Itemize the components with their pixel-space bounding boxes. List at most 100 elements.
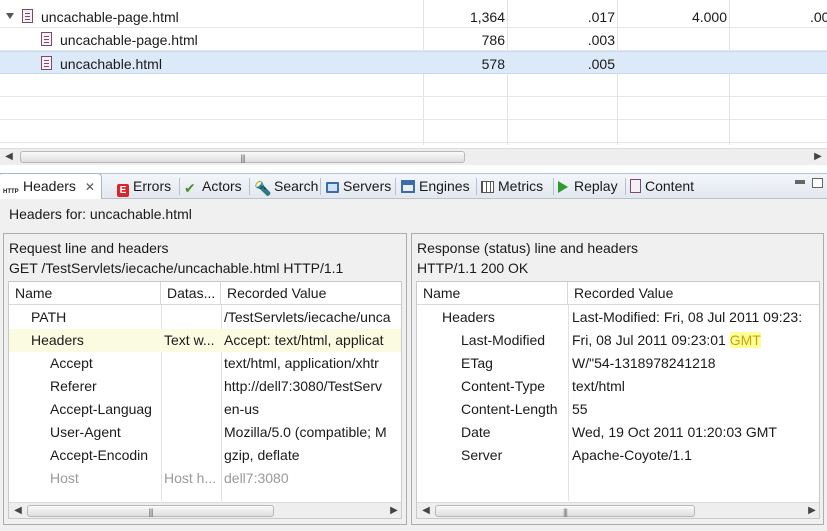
table-row-highlighted[interactable]: Headers Text w... Accept: text/html, app… (9, 329, 401, 352)
request-headers-table: Name Datas... Recorded Value PATH /TestS… (8, 281, 402, 519)
table-row[interactable]: Accept-Languag en-us (9, 398, 401, 421)
scroll-right-icon[interactable]: ▶ (805, 503, 819, 518)
view-tab-bar: HTTP Headers ✕ E Errors ✔ Actors 🔦 Search Se… (0, 173, 827, 200)
cell-value: Wed, 19 Oct 2011 01:20:03 GMT (572, 424, 777, 440)
tab-separator (179, 178, 180, 195)
table-row[interactable]: Content-Type text/html (417, 375, 819, 398)
table-row[interactable]: ETag W/"54-1318978241218 (417, 352, 819, 375)
cell-name: Host (50, 470, 79, 486)
table-row[interactable]: Content-Length 55 (417, 398, 819, 421)
minimize-icon[interactable] (795, 180, 805, 184)
column-header-name[interactable]: Name (417, 282, 568, 305)
cell-value: Mozilla/5.0 (compatible; M (224, 424, 387, 440)
headers-view: Headers for: uncachable.html Request lin… (0, 199, 827, 531)
html-page-icon (41, 32, 52, 46)
tab-content[interactable]: Content (630, 174, 694, 199)
error-icon: E (117, 184, 129, 197)
cell-name: Server (461, 447, 503, 463)
maximize-icon[interactable] (812, 178, 823, 188)
tab-servers[interactable]: Servers (326, 174, 391, 199)
cell-value: text/html (572, 378, 625, 394)
empty-row (0, 97, 827, 120)
row-name: uncachable-page.html (60, 32, 198, 48)
cell-value: dell7:3080 (224, 470, 289, 486)
cell-datasource (164, 398, 219, 421)
response-pane: Response (status) line and headers HTTP/… (411, 233, 824, 525)
scrollbar-thumb[interactable]: ||| (20, 151, 465, 163)
html-page-icon (22, 9, 33, 23)
engine-icon (401, 180, 415, 193)
scroll-left-icon[interactable]: ◀ (419, 503, 433, 518)
cell-value: /TestServlets/iecache/unca (224, 309, 391, 325)
column-header-datasource[interactable]: Datas... (161, 282, 221, 305)
horizontal-scrollbar[interactable]: ◀ ||| ▶ (0, 148, 827, 165)
scroll-right-icon[interactable]: ▶ (387, 503, 401, 518)
tree-row[interactable]: uncachable-page.html 1,364 .017 4.000 .0… (0, 5, 827, 28)
row-time: .003 (587, 32, 615, 48)
tab-label: Replay (574, 178, 618, 194)
cell-name: Referer (50, 378, 97, 394)
cell-datasource (164, 352, 219, 375)
cell-name: Content-Length (461, 401, 558, 417)
tab-headers[interactable]: HTTP Headers ✕ (0, 173, 102, 200)
column-header-recorded-value[interactable]: Recorded Value (221, 282, 401, 305)
scroll-left-icon[interactable]: ◀ (2, 149, 16, 165)
html-page-icon (41, 56, 52, 70)
tab-label: Servers (343, 178, 392, 194)
table-row[interactable]: Accept-Encodin gzip, deflate (9, 444, 401, 467)
tab-engines[interactable]: Engines (401, 174, 470, 199)
scrollbar-thumb[interactable]: ||| (27, 505, 274, 517)
cell-value: Accept: text/html, applicat (224, 332, 384, 348)
tree-row[interactable]: uncachable-page.html 786 .003 (0, 28, 827, 51)
table-header: Name Recorded Value (417, 282, 819, 305)
scrollbar-thumb[interactable]: ||| (435, 505, 695, 517)
empty-row (0, 74, 827, 97)
play-icon (558, 181, 568, 193)
table-row[interactable]: Date Wed, 19 Oct 2011 01:20:03 GMT (417, 421, 819, 444)
horizontal-scrollbar[interactable]: ◀ ||| ▶ (417, 502, 819, 518)
tab-label: Content (645, 178, 695, 194)
horizontal-scrollbar[interactable]: ◀ ||| ▶ (9, 502, 401, 518)
cell-value: Apache-Coyote/1.1 (572, 447, 692, 463)
cell-datasource: Text w... (164, 332, 215, 348)
scroll-right-icon[interactable]: ▶ (811, 149, 825, 165)
resource-tree-table: uncachable-page.html 1,364 .017 4.000 .0… (0, 0, 827, 168)
row-name: uncachable-page.html (41, 9, 179, 25)
table-row[interactable]: Referer http://dell7:3080/TestServ (9, 375, 401, 398)
cell-datasource (164, 444, 219, 467)
cell-datasource (164, 306, 219, 329)
table-row-disabled[interactable]: Host Host h... dell7:3080 (9, 467, 401, 490)
tab-actors[interactable]: ✔ Actors (184, 174, 242, 199)
row-time: .017 (587, 9, 615, 25)
column-header-name[interactable]: Name (9, 282, 161, 305)
tab-errors[interactable]: E Errors (117, 174, 171, 199)
scroll-left-icon[interactable]: ◀ (11, 503, 25, 518)
cell-name: Headers (442, 309, 495, 325)
tab-search[interactable]: 🔦 Search (254, 174, 318, 199)
row-size: 786 (481, 32, 505, 48)
empty-row (0, 120, 827, 143)
highlighted-text: GMT (729, 332, 761, 348)
document-icon (630, 179, 641, 193)
cell-name: ETag (461, 355, 493, 371)
monitor-icon (326, 182, 339, 193)
table-row[interactable]: Headers Last-Modified: Fri, 08 Jul 2011 … (417, 306, 819, 329)
table-row[interactable]: Last-Modified Fri, 08 Jul 2011 09:23:01 … (417, 329, 819, 352)
table-row[interactable]: User-Agent Mozilla/5.0 (compatible; M (9, 421, 401, 444)
table-row[interactable]: Server Apache-Coyote/1.1 (417, 444, 819, 467)
row-name: uncachable.html (60, 56, 162, 72)
table-row[interactable]: Accept text/html, application/xhtr (9, 352, 401, 375)
expand-triangle-icon[interactable] (6, 13, 14, 19)
request-line: GET /TestServlets/iecache/uncachable.htm… (9, 260, 344, 276)
tree-row-selected[interactable]: uncachable.html 578 .005 (0, 51, 827, 74)
tab-label: Errors (133, 178, 172, 194)
tab-metrics[interactable]: Metrics (481, 174, 543, 199)
row-size: 578 (481, 56, 505, 72)
table-row[interactable]: PATH /TestServlets/iecache/unca (9, 306, 401, 329)
tab-label: Metrics (498, 178, 544, 194)
column-header-recorded-value[interactable]: Recorded Value (568, 282, 819, 305)
tab-replay[interactable]: Replay (558, 174, 618, 199)
cell-name: Last-Modified (461, 332, 546, 348)
close-icon[interactable]: ✕ (85, 180, 95, 194)
cell-value: text/html, application/xhtr (224, 355, 379, 371)
